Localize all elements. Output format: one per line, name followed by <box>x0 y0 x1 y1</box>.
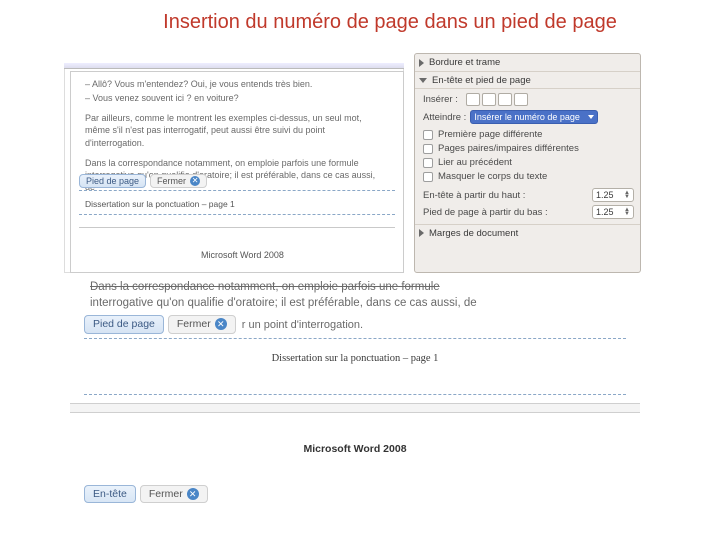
section-label: En-tête et pied de page <box>432 75 531 86</box>
footer-edit-zone[interactable]: Dissertation sur la ponctuation – page 1 <box>79 190 395 228</box>
header-footer-panel: Insérer : Atteindre : Insérer le numéro … <box>415 88 640 224</box>
body-text: interrogative qu'on qualifie d'oratoire;… <box>60 295 650 311</box>
chevron-down-icon <box>588 115 594 119</box>
dropdown-value: Insérer le numéro de page <box>474 112 580 122</box>
checkbox-odd-even-different[interactable] <box>423 144 433 154</box>
footer-boundary <box>84 394 626 395</box>
chevron-right-icon <box>419 229 424 237</box>
body-text: – Allô? Vous m'entendez? Oui, je vous en… <box>85 78 385 90</box>
footer-controls: Pied de page Fermer ✕ <box>79 174 207 188</box>
close-label: Fermer <box>177 318 211 330</box>
option-label: Lier au précédent <box>438 157 512 168</box>
footer-boundary <box>84 338 626 339</box>
header-brand-text: Microsoft Word 2008 <box>201 250 284 260</box>
checkbox-link-previous[interactable] <box>423 158 433 168</box>
formatting-palette: Bordure et trame En-tête et pied de page… <box>414 53 641 273</box>
body-trail: r un point d'interrogation. <box>236 315 363 333</box>
option-label: Pages paires/impaires différentes <box>438 143 579 154</box>
goto-label: Atteindre : <box>423 112 466 123</box>
close-icon: ✕ <box>215 318 227 330</box>
page: – Allô? Vous m'entendez? Oui, je vous en… <box>70 71 404 273</box>
struck-text: Dans la correspondance notamment, on emp… <box>90 281 440 293</box>
ruler <box>64 63 404 69</box>
insert-dropdown[interactable]: Insérer le numéro de page <box>470 110 598 124</box>
close-header-button[interactable]: Fermer ✕ <box>140 485 208 503</box>
footer-controls: Pied de page Fermer ✕ r un point d'inter… <box>84 315 650 333</box>
footer-region-tab[interactable]: Pied de page <box>79 174 146 188</box>
header-brand-text: Microsoft Word 2008 <box>60 443 650 455</box>
insert-time-icon[interactable] <box>514 93 528 106</box>
stepper-arrows-icon: ▲▼ <box>624 208 630 216</box>
stepper-value: 1.25 <box>596 190 614 200</box>
insert-page-number-icon[interactable] <box>466 93 480 106</box>
close-icon: ✕ <box>190 176 200 186</box>
footer-from-bottom-label: Pied de page à partir du bas : <box>423 207 548 218</box>
close-icon: ✕ <box>187 488 199 500</box>
checkbox-hide-body[interactable] <box>423 172 433 182</box>
screenshot-canvas: – Allô? Vous m'entendez? Oui, je vous en… <box>0 41 720 516</box>
body-text: – Vous venez souvent ici ? en voiture? <box>85 92 385 104</box>
palette-section-marges[interactable]: Marges de document <box>415 224 640 241</box>
header-from-top-label: En-tête à partir du haut : <box>423 190 525 201</box>
footer-text[interactable]: Dissertation sur la ponctuation – page 1 <box>60 353 650 364</box>
palette-section-header-footer[interactable]: En-tête et pied de page <box>415 71 640 88</box>
footer-from-bottom-stepper[interactable]: 1.25 ▲▼ <box>592 205 634 219</box>
header-controls: En-tête Fermer ✕ <box>84 485 650 503</box>
close-label: Fermer <box>157 176 186 186</box>
close-footer-button[interactable]: Fermer ✕ <box>150 174 207 188</box>
word-doc-bottom: Dans la correspondance notamment, on emp… <box>60 279 650 517</box>
close-footer-button[interactable]: Fermer ✕ <box>168 315 236 333</box>
stepper-value: 1.25 <box>596 207 614 217</box>
body-text: Par ailleurs, comme le montrent les exem… <box>85 112 385 148</box>
word-doc-top: – Allô? Vous m'entendez? Oui, je vous en… <box>64 63 404 273</box>
body-text: Dans la correspondance notamment, on emp… <box>60 279 650 295</box>
insert-num-pages-icon[interactable] <box>482 93 496 106</box>
close-label: Fermer <box>149 488 183 500</box>
option-label: Masquer le corps du texte <box>438 171 547 182</box>
option-label: Première page différente <box>438 129 542 140</box>
insert-date-icon[interactable] <box>498 93 512 106</box>
palette-section-bordure[interactable]: Bordure et trame <box>415 54 640 71</box>
page-break-gap <box>70 403 640 413</box>
header-region-tab[interactable]: En-tête <box>84 485 136 503</box>
checkbox-first-page-different[interactable] <box>423 130 433 140</box>
insert-label: Insérer : <box>423 94 458 105</box>
header-from-top-stepper[interactable]: 1.25 ▲▼ <box>592 188 634 202</box>
section-label: Bordure et trame <box>429 57 500 68</box>
section-label: Marges de document <box>429 228 518 239</box>
slide-title: Insertion du numéro de page dans un pied… <box>0 0 720 41</box>
chevron-down-icon <box>419 78 427 83</box>
footer-text: Dissertation sur la ponctuation – page 1 <box>79 191 395 215</box>
chevron-right-icon <box>419 59 424 67</box>
stepper-arrows-icon: ▲▼ <box>624 191 630 199</box>
footer-region-tab[interactable]: Pied de page <box>84 315 164 333</box>
